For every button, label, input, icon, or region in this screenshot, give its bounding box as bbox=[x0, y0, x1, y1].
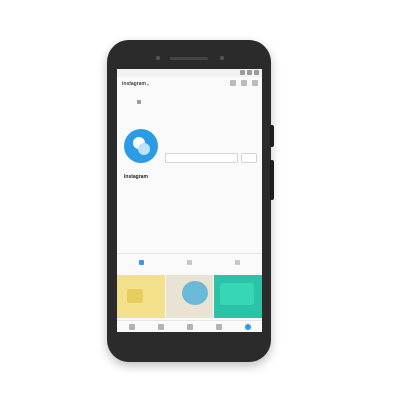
stage: instagram ▾ Instagram bbox=[0, 0, 400, 400]
profile-icon[interactable] bbox=[244, 324, 251, 330]
search-icon[interactable] bbox=[157, 324, 164, 330]
battery-icon bbox=[254, 70, 259, 75]
follow-button[interactable] bbox=[165, 153, 238, 163]
sensor-icon bbox=[220, 56, 224, 60]
post-graphic bbox=[181, 281, 208, 305]
posts-grid bbox=[117, 275, 262, 318]
stat-posts[interactable] bbox=[165, 133, 195, 134]
signal-icon bbox=[240, 70, 245, 75]
status-icons bbox=[240, 70, 259, 75]
status-bar bbox=[117, 69, 262, 77]
add-post-icon[interactable] bbox=[186, 324, 193, 330]
post-graphic bbox=[220, 283, 255, 305]
stat-following[interactable] bbox=[227, 133, 257, 134]
home-icon[interactable] bbox=[128, 324, 135, 330]
chevron-down-icon[interactable]: ▾ bbox=[147, 82, 149, 87]
profile-username[interactable]: instagram bbox=[122, 81, 146, 87]
lock-icon bbox=[137, 100, 141, 104]
post-thumbnail[interactable] bbox=[214, 275, 262, 318]
activity-icon[interactable] bbox=[215, 324, 222, 330]
follow-row bbox=[165, 153, 257, 163]
stat-followers[interactable] bbox=[196, 133, 226, 134]
profile-topbar: instagram ▾ bbox=[117, 77, 262, 91]
avatar[interactable] bbox=[124, 129, 158, 163]
igtv-icon[interactable] bbox=[186, 259, 192, 265]
post-thumbnail[interactable] bbox=[165, 275, 214, 318]
post-graphic bbox=[127, 289, 143, 303]
profile-display-name: Instagram bbox=[124, 174, 148, 180]
top-actions bbox=[230, 80, 258, 86]
add-icon[interactable] bbox=[230, 80, 236, 86]
bottom-nav bbox=[117, 320, 262, 332]
tagged-icon[interactable] bbox=[235, 259, 241, 265]
view-tabs bbox=[117, 257, 262, 267]
avatar-shape-secondary bbox=[138, 143, 150, 155]
wifi-icon bbox=[247, 70, 252, 75]
front-camera-icon bbox=[156, 56, 160, 60]
menu-icon[interactable] bbox=[252, 80, 258, 86]
grid-icon[interactable] bbox=[138, 259, 144, 265]
phone-screen: instagram ▾ Instagram bbox=[117, 69, 262, 332]
power-button bbox=[270, 125, 274, 147]
more-options-button[interactable] bbox=[241, 153, 257, 163]
phone-speaker bbox=[170, 57, 208, 60]
volume-buttons bbox=[270, 160, 274, 200]
profile-stats bbox=[165, 133, 257, 134]
url-row[interactable] bbox=[137, 99, 242, 105]
post-thumbnail[interactable] bbox=[117, 275, 165, 318]
divider bbox=[117, 253, 262, 254]
heart-icon[interactable] bbox=[241, 80, 247, 86]
